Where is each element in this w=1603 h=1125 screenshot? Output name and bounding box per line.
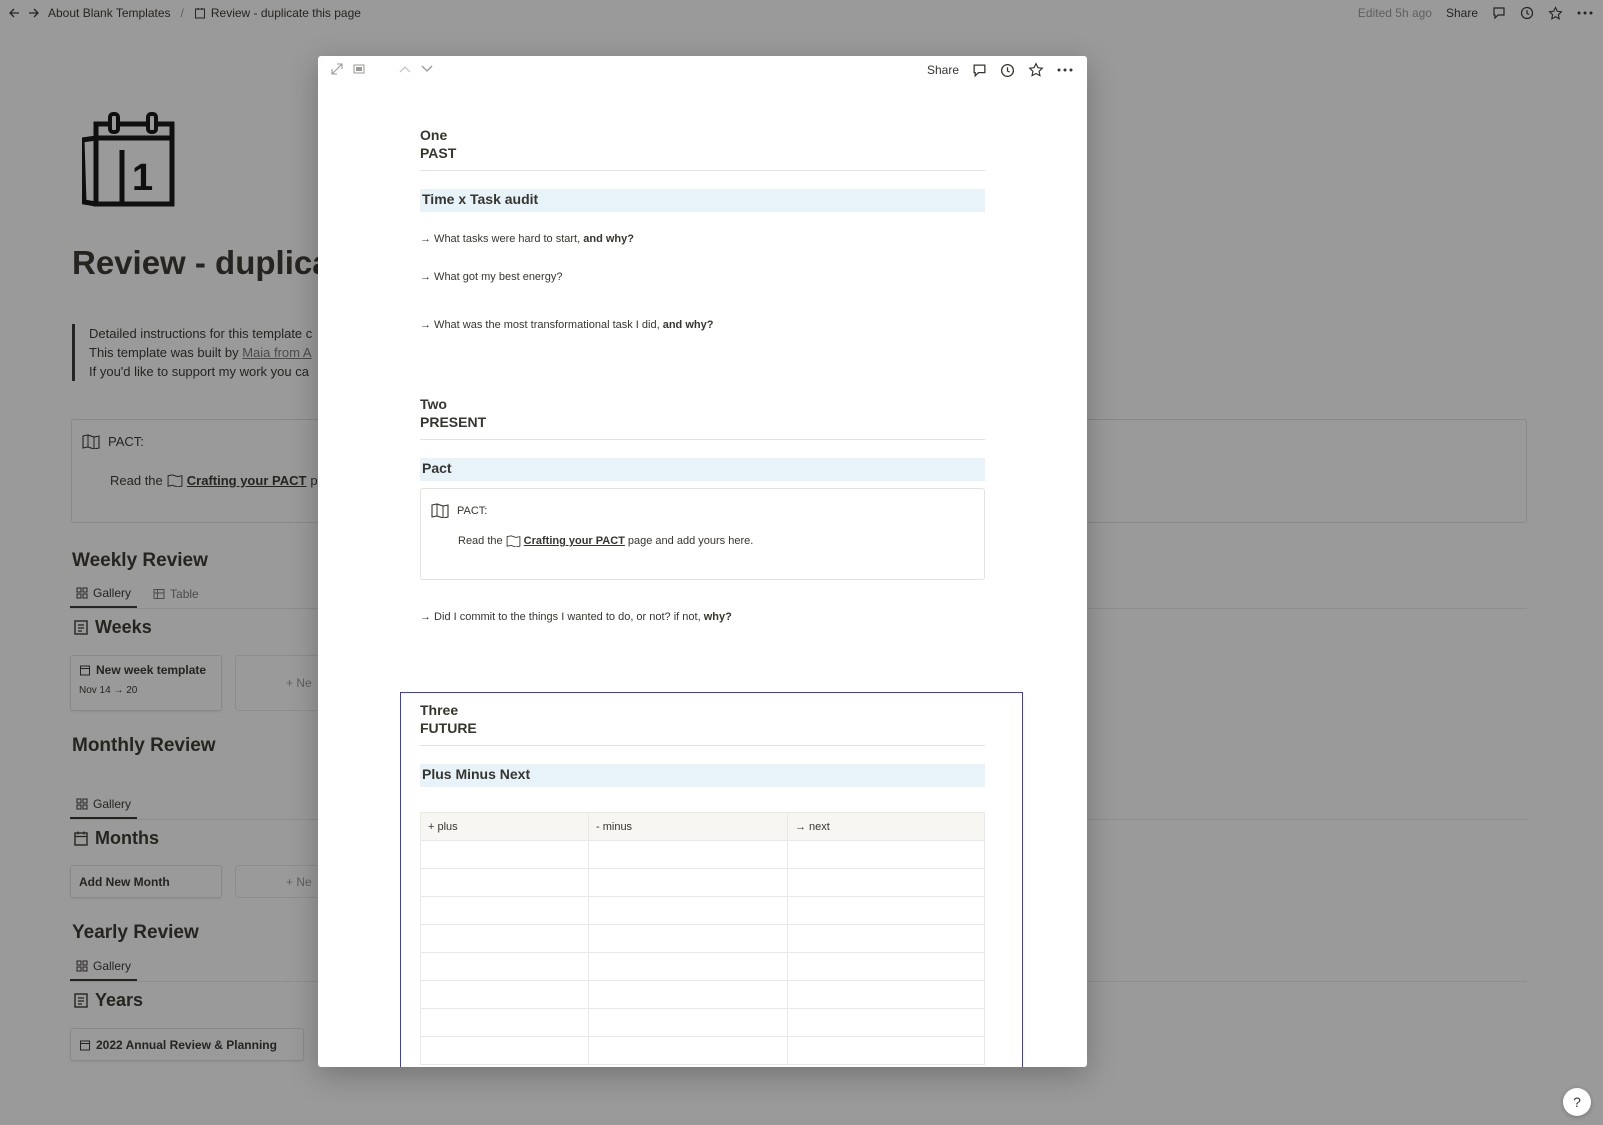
question-text: → What tasks were hard to start, <box>420 233 584 245</box>
callout-prefix: Read the <box>458 535 503 547</box>
section-two-header: Two PRESENT <box>420 395 985 440</box>
expand-icon[interactable] <box>331 63 343 75</box>
modal-toolbar: Share <box>318 56 1087 86</box>
block-selection-outline <box>400 692 1023 1067</box>
question-text: → Did I commit to the things I wanted to… <box>420 611 704 623</box>
more-icon[interactable] <box>1057 68 1073 72</box>
question-emphasis: and why? <box>583 233 634 245</box>
callout-suffix: page and add yours here. <box>627 535 754 547</box>
peek-mode-icon[interactable] <box>353 63 365 75</box>
crafting-pact-link[interactable]: Crafting your PACT <box>524 535 625 547</box>
question-hard-tasks[interactable]: → What tasks were hard to start, and why… <box>420 233 634 245</box>
time-task-audit-heading: Time x Task audit <box>420 189 985 212</box>
section-two-label: PRESENT <box>420 414 487 430</box>
question-best-energy[interactable]: → What got my best energy? <box>420 271 562 283</box>
section-two-number: Two <box>420 396 447 412</box>
section-one-header: One PAST <box>420 126 985 171</box>
modal-toolbar-right: Share <box>927 62 1073 78</box>
question-emphasis: why? <box>703 611 732 623</box>
help-button[interactable]: ? <box>1563 1088 1591 1116</box>
comment-icon[interactable] <box>972 63 987 78</box>
modal-share-button[interactable]: Share <box>927 63 959 77</box>
star-icon[interactable] <box>1028 62 1044 78</box>
section-one-label: PAST <box>420 145 457 161</box>
pact-heading: Pact <box>420 458 985 481</box>
question-transformational[interactable]: → What was the most transformational tas… <box>420 319 713 331</box>
chevron-up-icon[interactable] <box>399 65 411 73</box>
map-icon <box>431 503 449 518</box>
question-emphasis: and why? <box>662 319 714 331</box>
question-commit[interactable]: → Did I commit to the things I wanted to… <box>420 611 732 623</box>
callout-title: PACT: <box>431 503 487 518</box>
modal-toolbar-left <box>331 63 433 75</box>
chevron-down-icon[interactable] <box>421 65 433 73</box>
question-text: → What was the most transformational tas… <box>420 319 663 331</box>
clock-icon[interactable] <box>1000 63 1015 78</box>
page-peek-modal: Share One PAST Time x Task audit → What … <box>318 56 1087 1067</box>
callout-title-text: PACT: <box>457 504 488 517</box>
pact-callout: PACT: Read the Crafting your PACT page a… <box>420 488 985 580</box>
map-icon <box>506 535 521 547</box>
section-one-number: One <box>420 127 448 143</box>
callout-body: Read the Crafting your PACT page and add… <box>458 535 753 547</box>
